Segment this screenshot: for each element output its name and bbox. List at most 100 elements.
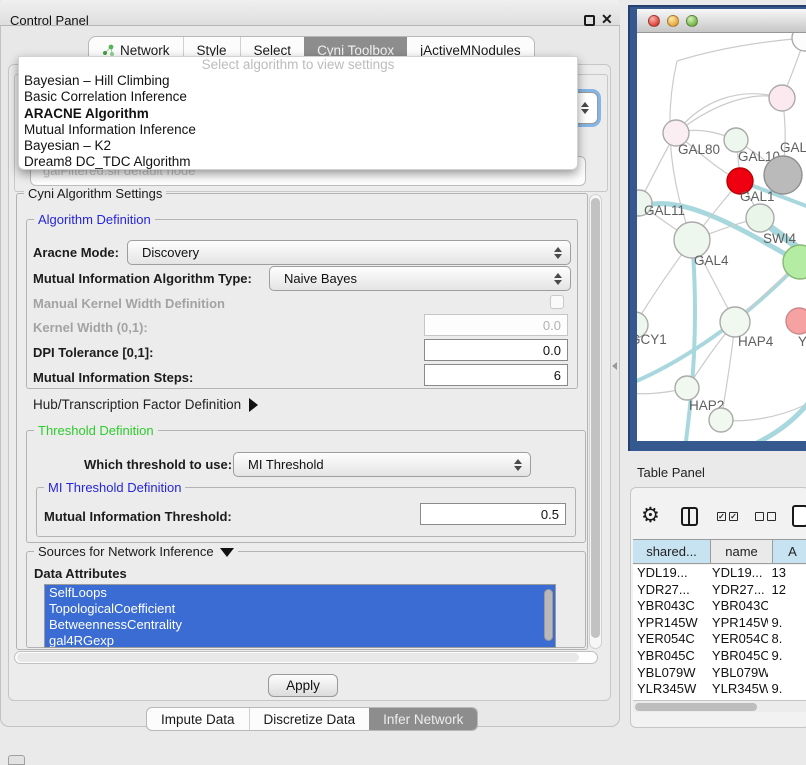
table-row[interactable]: YDL19...YDL19...13 <box>633 565 806 582</box>
combo-stepper-icon <box>552 241 564 264</box>
mi-algorithm-type-combobox[interactable]: Naive Bayes <box>269 266 571 291</box>
columns-icon[interactable] <box>681 507 698 526</box>
dpi-tolerance-field[interactable] <box>424 339 568 361</box>
attribute-item[interactable]: TopologicalCoefficient <box>45 601 555 617</box>
mi-threshold-field[interactable] <box>420 503 566 525</box>
kernel-width-field[interactable] <box>424 314 568 336</box>
attribute-item[interactable]: gal4RGexp <box>45 633 555 648</box>
table-row[interactable]: YER054CYER054C8. <box>633 631 806 648</box>
column-header[interactable]: A <box>773 540 806 563</box>
algorithm-option[interactable]: Basic Correlation Inference <box>19 89 577 105</box>
network-node-y[interactable] <box>786 308 806 334</box>
table-cell: YBL079W <box>633 665 708 682</box>
table-cell <box>768 598 806 615</box>
algorithm-option[interactable]: Bayesian – Hill Climbing <box>19 73 577 89</box>
table-row[interactable]: YPR145WYPR145W9. <box>633 615 806 632</box>
zoom-traffic-icon[interactable] <box>686 15 698 27</box>
combo-stepper-icon <box>579 93 591 123</box>
node-label: GAL80 <box>678 142 720 157</box>
dropdown-prompt: Select algorithm to view settings <box>19 57 577 73</box>
network-node-gal[interactable] <box>769 85 795 111</box>
hub-definition-toggle[interactable]: Hub/Transcription Factor Definition <box>33 397 258 412</box>
which-threshold-value: MI Threshold <box>248 457 324 472</box>
settings-vertical-scrollbar[interactable] <box>589 194 602 649</box>
column-header[interactable]: shared... <box>633 540 711 563</box>
minimized-panel-chip[interactable] <box>8 755 25 765</box>
aracne-mode-label: Aracne Mode: <box>33 245 119 260</box>
tab-impute-data[interactable]: Impute Data <box>147 708 249 731</box>
table-cell: YDR27... <box>633 582 708 599</box>
close-traffic-icon[interactable] <box>648 15 660 27</box>
table-row[interactable]: YBL079WYBL079W <box>633 665 806 682</box>
network-window-titlebar[interactable] <box>637 9 806 33</box>
table-horizontal-scrollbar[interactable] <box>633 700 806 712</box>
attribute-item[interactable]: BetweennessCentrality <box>45 617 555 633</box>
close-icon[interactable]: ✕ <box>601 11 613 28</box>
dpi-tolerance-label: DPI Tolerance [0,1]: <box>33 345 153 360</box>
node-label: GAL1 <box>740 189 775 204</box>
manual-kernel-width-label: Manual Kernel Width Definition <box>33 296 225 311</box>
network-node[interactable] <box>764 156 802 194</box>
aracne-mode-value: Discovery <box>142 245 199 260</box>
node-label: HAP4 <box>738 334 774 349</box>
tab-discretize-data[interactable]: Discretize Data <box>249 708 370 731</box>
algorithm-option[interactable]: Mutual Information Inference <box>19 122 577 138</box>
list-scrollbar[interactable] <box>544 589 553 641</box>
data-attributes-list[interactable]: SelfLoopsTopologicalCoefficientBetweenne… <box>44 584 556 648</box>
table-row[interactable]: YBR043CYBR043C <box>633 598 806 615</box>
table-cell: 13 <box>768 565 806 582</box>
select-all-checkboxes-icon[interactable]: ✓✓ <box>717 512 738 521</box>
node-label: GAL4 <box>694 253 729 268</box>
network-node-swi4[interactable] <box>746 204 774 232</box>
table-cell: 9. <box>768 615 806 632</box>
network-edge <box>676 94 782 133</box>
which-threshold-combobox[interactable]: MI Threshold <box>233 452 531 477</box>
control-panel-titlebar <box>0 0 620 26</box>
float-window-icon[interactable] <box>584 15 595 26</box>
mi-threshold-label: Mutual Information Threshold: <box>44 509 232 524</box>
table-cell: YDL19... <box>708 565 768 582</box>
deselect-all-checkboxes-icon[interactable] <box>755 512 776 521</box>
mi-steps-field[interactable] <box>424 364 568 386</box>
apply-button[interactable]: Apply <box>268 674 338 697</box>
algorithm-definition-title: Algorithm Definition <box>34 212 155 227</box>
column-header[interactable]: name <box>711 540 773 563</box>
mi-algorithm-type-value: Naive Bayes <box>284 271 357 286</box>
table-cell: 8. <box>768 631 806 648</box>
network-node-hap2[interactable] <box>675 376 699 400</box>
network-node[interactable] <box>709 408 733 432</box>
table-row[interactable]: YLR345WYLR345W9. <box>633 681 806 698</box>
manual-kernel-width-checkbox[interactable] <box>550 295 564 309</box>
node-label: Y <box>798 334 806 349</box>
threshold-definition-title: Threshold Definition <box>34 423 158 438</box>
table-cell: YDL19... <box>633 565 708 582</box>
algorithm-option[interactable]: ARACNE Algorithm <box>19 106 577 122</box>
splitpane-collapse-icon[interactable] <box>612 362 617 370</box>
gear-icon[interactable]: ⚙ <box>641 503 660 528</box>
tab-infer-network[interactable]: Infer Network <box>369 708 477 731</box>
mi-steps-label: Mutual Information Steps: <box>33 370 193 385</box>
export-table-icon[interactable] <box>792 505 806 527</box>
network-icon <box>102 44 115 57</box>
network-canvas[interactable]: GALGAL80GAL10GAL1GAL11SWI4GAL4GCY1HAP4YH… <box>637 33 806 441</box>
algorithm-option[interactable]: Dream8 DC_TDC Algorithm <box>19 154 577 170</box>
settings-horizontal-scrollbar[interactable] <box>14 651 598 664</box>
minimize-traffic-icon[interactable] <box>667 15 679 27</box>
table-row[interactable]: YDR27...YDR27...12 <box>633 582 806 599</box>
network-node-hap4[interactable] <box>720 307 750 337</box>
node-label: GCY1 <box>637 332 667 347</box>
table-body: YDL19...YDL19...13YDR27...YDR27...12YBR0… <box>633 565 806 700</box>
bottom-tab-strip: Impute DataDiscretize DataInfer Network <box>146 707 478 731</box>
algorithm-option[interactable]: Bayesian – K2 <box>19 138 577 154</box>
aracne-mode-combobox[interactable]: Discovery <box>127 240 571 265</box>
table-row[interactable]: YBR045CYBR045C9. <box>633 648 806 665</box>
node-label: SWI4 <box>763 231 796 246</box>
attribute-item[interactable]: SelfLoops <box>45 585 555 601</box>
data-attributes-label: Data Attributes <box>34 566 127 581</box>
sources-title[interactable]: Sources for Network Inference <box>34 544 238 559</box>
node-label: GAL11 <box>644 203 685 218</box>
table-cell: YDR27... <box>708 582 768 599</box>
control-panel-title: Control Panel <box>10 13 89 28</box>
network-node[interactable] <box>792 33 806 51</box>
table-cell: YBR045C <box>633 648 708 665</box>
